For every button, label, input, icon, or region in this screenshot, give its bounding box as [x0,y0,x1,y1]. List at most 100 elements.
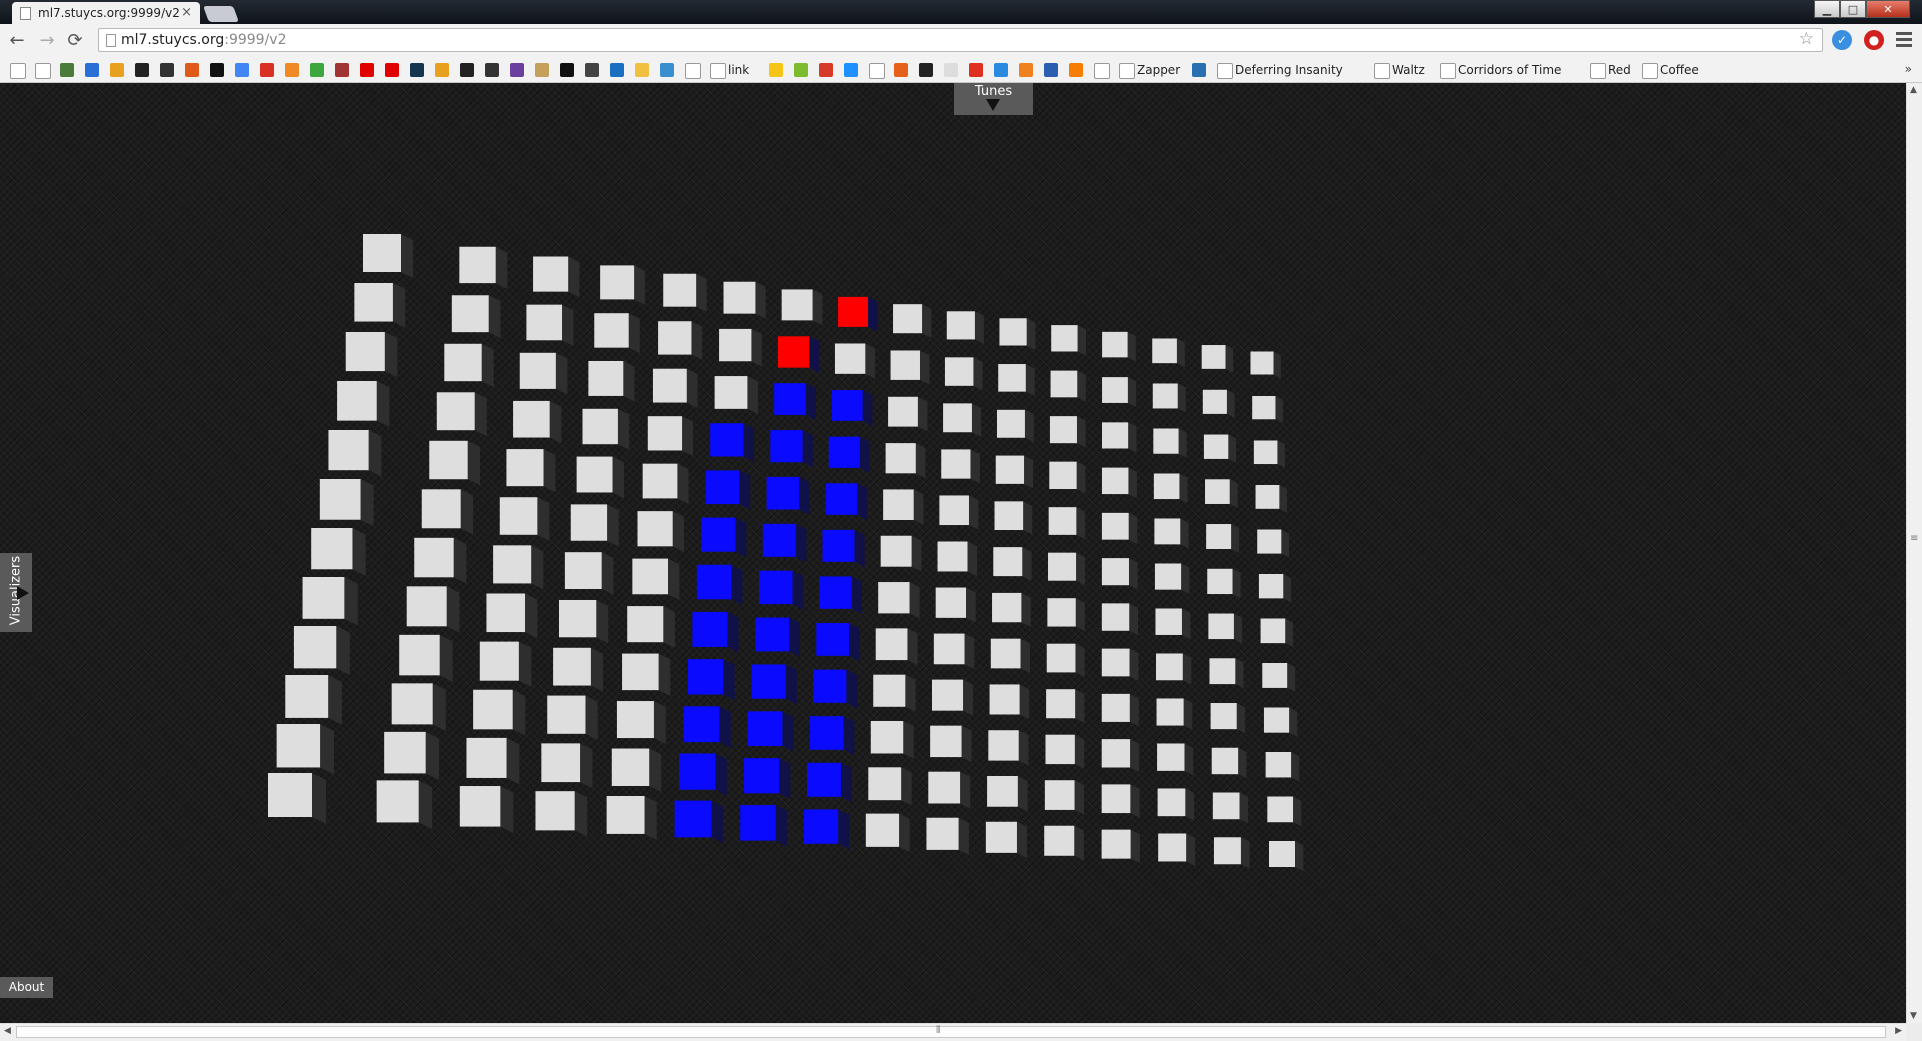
visualizer-cube-idle [363,234,414,279]
scroll-up-icon[interactable]: ▲ [1910,85,1917,95]
visualizer-cube-idle [999,318,1036,350]
clock-icon [1590,63,1606,79]
new-tab-button[interactable] [203,6,239,22]
visualizer-cube-idle [941,449,980,484]
maximize-button[interactable]: □ [1840,0,1866,18]
visualizer-cube-idle [451,295,501,339]
visualizer-cube-bar [751,664,797,705]
arrow-right-icon [17,586,29,600]
chrome-menu-icon[interactable] [1896,32,1912,50]
visualizer-cube-idle [893,304,932,338]
extension-check-icon[interactable]: ✓ [1832,30,1852,50]
visualizer-cube-idle [399,634,453,682]
window-close-button[interactable]: ✕ [1866,0,1910,18]
visualizer-cube-idle [1262,663,1296,692]
tunes-label: Tunes [974,84,1013,99]
visualizer-cube-idle [652,368,698,408]
visualizer-cube-idle [499,497,550,541]
bookmark-label: Zapper [1137,63,1181,77]
visualizer-cube-peak [838,296,878,332]
visualizer-cube-idle [444,343,494,388]
bookmark-label: Deferring Insanity [1235,63,1343,77]
visualizer-cube-idle [1209,658,1244,689]
scroll-down-icon[interactable]: ▼ [1910,1011,1917,1021]
visualizer-cube-idle [723,281,766,319]
visualizer-cube-idle [1155,608,1191,640]
scroll-right-icon[interactable]: ▶ [1895,1026,1902,1036]
photo-icon [660,63,674,77]
visualizer-cube-bar [755,617,800,657]
visualizer-cube-bar [747,711,794,752]
visualizer-cube-idle [883,489,924,525]
page-icon [20,7,31,20]
visualizer-cube-idle [311,528,366,576]
visualizer-cube-idle [1153,473,1188,504]
tab-close-icon[interactable]: × [181,2,192,24]
visualizer-cube-idle [1101,693,1139,727]
tomato-icon [819,63,833,77]
visualizer-cube-idle [926,817,969,856]
visualizer-cube-bar [825,483,868,520]
visualizer-cube-bar [822,529,865,567]
visualizer-cube-idle [421,489,474,535]
page-icon [1642,63,1658,79]
visualizer-cube-idle [541,743,593,789]
bookmarks-overflow-icon[interactable]: » [1905,62,1912,76]
youtube-icon [360,63,374,77]
calendar-icon [85,63,99,77]
visualizer-cube-idle [564,552,614,595]
lemon-icon [769,63,783,77]
visualizer-cube-idle [1203,434,1237,463]
horizontal-scrollbar[interactable]: ◀ ⦀ ▶ [0,1023,1906,1041]
visualizer-cube-idle [1048,552,1086,586]
visualizer-cube-idle [1102,331,1136,362]
visualizer-cube-idle [1153,428,1187,458]
reload-button[interactable]: ⟳ [64,30,86,52]
visualizer-cube-bar [701,517,747,558]
vertical-scrollbar[interactable]: ▲ ≡ ▼ [1906,83,1922,1023]
visualizer-cube-bar [774,383,817,421]
arrow-down-icon [986,99,1000,111]
bookmark-star-icon[interactable]: ☆ [1799,29,1814,49]
tunes-toggle-button[interactable]: Tunes [954,83,1033,115]
bookmarks-bar: link Zapper Deferring Insanity Waltz Corrido… [0,58,1922,83]
sourceforge-icon [185,63,199,77]
visualizer-cube-idle [994,501,1033,535]
forward-button[interactable]: → [36,30,58,52]
visualizer-cube-idle [493,545,544,590]
back-button[interactable]: ← [6,30,28,52]
visualizer-cube-idle [943,403,982,437]
visualizer-cube-idle [658,321,703,360]
tab-active[interactable]: ml7.stuycs.org:9999/v2 × [12,2,200,24]
u-icon [1019,63,1033,77]
visualizer-cube-idle [1207,568,1241,599]
visualizer-cube-bar [831,390,873,426]
scroll-grip-icon: ⦀ [936,1025,941,1036]
visualizer-cube-idle [268,773,327,825]
page-icon [35,63,51,79]
visualizer-cube-idle [1044,780,1085,815]
visualizer-cube-idle [1212,792,1249,824]
bottle-icon [535,63,549,77]
visualizer-cube-idle [486,593,538,639]
z-icon [560,63,574,77]
qr-icon [485,63,499,77]
visualizer-cube-idle [888,396,928,432]
extension-stop-icon[interactable]: ● [1864,30,1884,50]
minimize-button[interactable]: ▁ [1814,0,1840,18]
scroll-left-icon[interactable]: ◀ [4,1026,11,1036]
visualizer-cube-idle [1263,707,1298,737]
app-icon [610,63,624,77]
page-icon [1119,63,1135,79]
visualizer-cube-bar [740,805,788,847]
address-bar[interactable]: ml7.stuycs.org:9999/v2 ☆ [98,28,1823,52]
visualizer-cube-idle [558,599,609,644]
visualizer-cube-idle [1156,698,1193,730]
home-icon [1044,63,1058,77]
scroll-thumb[interactable] [16,1026,1886,1038]
bookmark-label: Waltz [1392,63,1425,77]
visualizer-cube-idle [1101,558,1138,590]
visualizers-toggle-button[interactable]: Visualizers [0,553,32,632]
about-button[interactable]: About [0,977,53,998]
visualizer-cube-idle [719,328,762,367]
